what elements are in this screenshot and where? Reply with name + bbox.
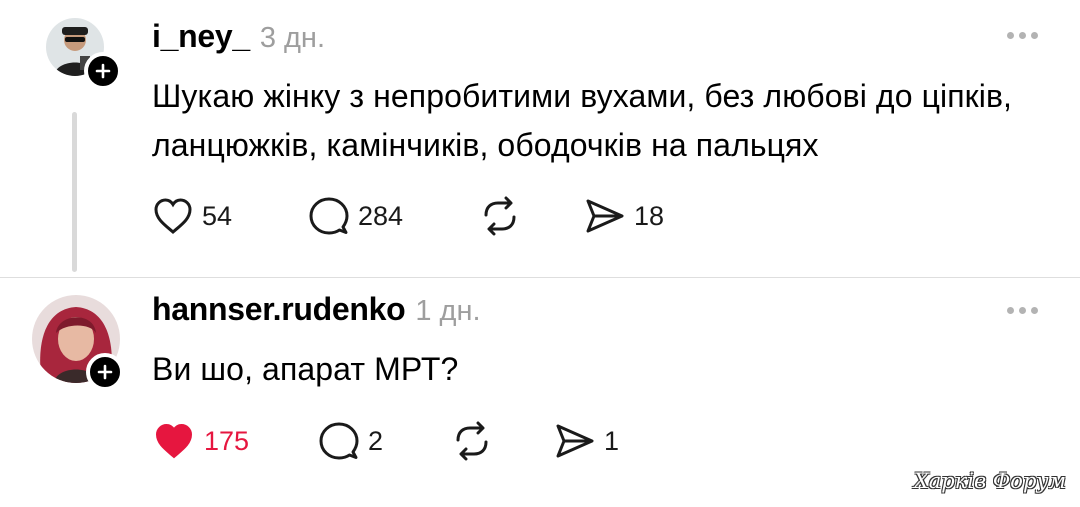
follow-plus-icon[interactable] [84, 52, 122, 90]
username[interactable]: i_ney_ [152, 18, 250, 55]
post-header: hannser.rudenko 1 дн. [152, 291, 481, 328]
post-time: 1 дн. [415, 295, 481, 327]
heart-icon [155, 423, 193, 459]
follow-plus-icon[interactable] [86, 353, 124, 391]
avatar-2[interactable] [32, 295, 124, 391]
share-count: 1 [604, 425, 620, 456]
like-count: 54 [202, 200, 233, 231]
share-icon [556, 424, 594, 458]
share-button[interactable]: 1 [552, 421, 619, 461]
like-button[interactable]: 175 [152, 421, 249, 461]
share-button[interactable]: 18 [582, 196, 664, 236]
comment-button[interactable]: 2 [318, 421, 383, 461]
post-1: i_ney_ 3 дн. Шукаю жінку з непробитими в… [0, 0, 1080, 277]
post-time: 3 дн. [259, 22, 326, 54]
post-header: i_ney_ 3 дн. [152, 18, 325, 55]
comment-count: 284 [358, 200, 404, 231]
post-text: Шукаю жінку з непробитими вухами, без лю… [152, 78, 1013, 163]
comment-icon [309, 197, 349, 235]
thread-line [72, 112, 77, 272]
heart-icon [154, 198, 192, 234]
repost-button[interactable] [478, 196, 522, 236]
username[interactable]: hannser.rudenko [152, 291, 406, 328]
repost-button[interactable] [450, 421, 494, 461]
repost-icon [456, 421, 488, 461]
like-count: 175 [204, 425, 250, 456]
more-icon[interactable] [1007, 307, 1038, 314]
repost-icon [484, 196, 516, 236]
watermark: Харків Форум [913, 469, 1066, 493]
comment-button[interactable]: 284 [308, 196, 403, 236]
share-count: 18 [634, 200, 665, 231]
more-icon[interactable] [1007, 32, 1038, 39]
like-button[interactable]: 54 [152, 196, 232, 236]
avatar-1[interactable] [46, 18, 122, 90]
share-icon [586, 199, 624, 233]
post-text: Ви шо, апарат МРТ? [152, 351, 459, 387]
comment-icon [319, 422, 359, 460]
comment-count: 2 [368, 425, 384, 456]
